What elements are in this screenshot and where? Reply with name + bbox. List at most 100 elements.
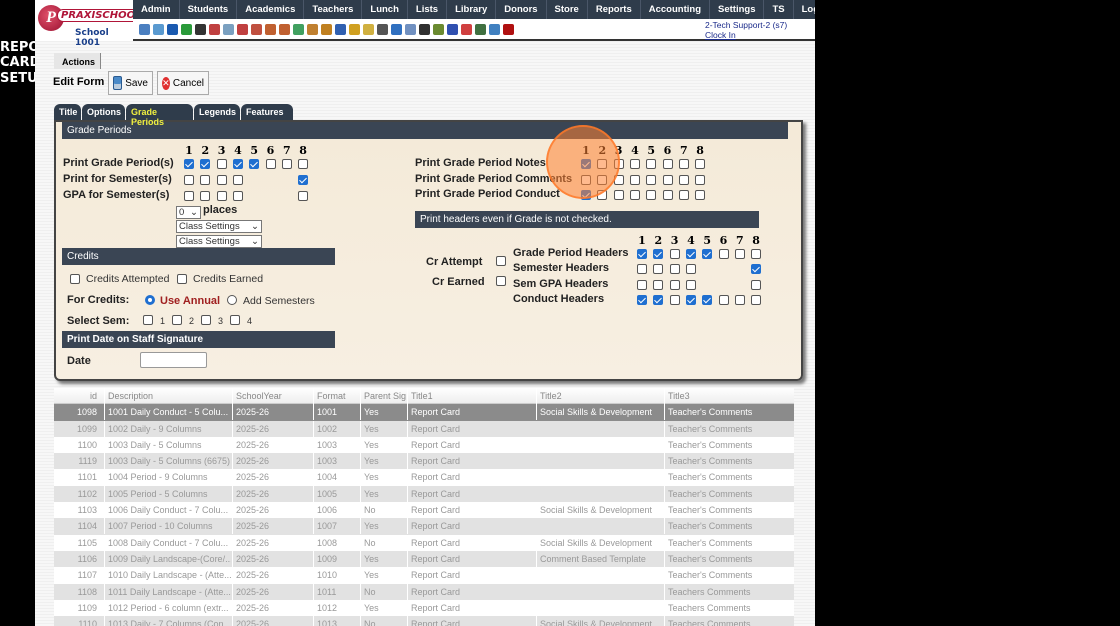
nav-accounting[interactable]: Accounting: [641, 0, 710, 19]
table-row[interactable]: 1101 1004 Period - 9 Columns 2025-26 1004 Ye…: [54, 469, 794, 486]
round-grade-2-select[interactable]: Class Settings ⌄: [176, 235, 262, 248]
table-row[interactable]: 1104 1007 Period - 10 Columns 2025-26 1007 Y…: [54, 518, 794, 535]
gpa-semester-checkbox-2[interactable]: [200, 191, 211, 201]
table-icon[interactable]: [405, 23, 416, 35]
grade-period-headers-checkbox-3[interactable]: [669, 249, 680, 259]
print-grade-period-checkbox-8[interactable]: [298, 159, 309, 169]
credits-earned-checkbox[interactable]: [177, 274, 187, 284]
tab-features[interactable]: Features: [241, 104, 293, 120]
nav-academics[interactable]: Academics: [237, 0, 305, 19]
conduct-headers-checkbox-8[interactable]: [751, 295, 762, 305]
print-semester-checkbox-1[interactable]: [184, 175, 194, 185]
person-icon[interactable]: [377, 23, 388, 35]
phone-icon[interactable]: [195, 23, 206, 35]
use-annual-radio[interactable]: [145, 295, 155, 305]
semester-headers-checkbox-1[interactable]: [637, 264, 647, 274]
grade-period-headers-checkbox-4[interactable]: [685, 249, 696, 259]
nav-lists[interactable]: Lists: [408, 0, 448, 19]
print-conduct-checkbox-8[interactable]: [695, 190, 706, 200]
note-icon[interactable]: [363, 23, 374, 35]
add-user-icon[interactable]: [265, 23, 276, 35]
print-grade-period-checkbox-3[interactable]: [216, 159, 227, 169]
print-notes-checkbox-8[interactable]: [695, 159, 706, 169]
date-input[interactable]: [140, 352, 207, 368]
semester-headers-year-checkbox[interactable]: [751, 264, 762, 274]
print-grade-period-checkbox-5[interactable]: [249, 159, 260, 169]
print-conduct-checkbox-7[interactable]: [678, 190, 689, 200]
semester-headers-checkbox-4[interactable]: [685, 264, 696, 274]
book-icon[interactable]: [335, 23, 346, 35]
at-icon[interactable]: [167, 23, 178, 35]
grade-period-headers-checkbox-1[interactable]: [637, 249, 647, 259]
tab-grade-periods[interactable]: Grade Periods: [126, 104, 193, 127]
ap-icon[interactable]: [447, 23, 458, 35]
burger-icon[interactable]: [321, 23, 332, 35]
print-conduct-checkbox-4[interactable]: [629, 190, 640, 200]
table-row[interactable]: 1107 1010 Daily Landscape - (Atte... 2025-…: [54, 567, 794, 584]
calculator-icon[interactable]: [223, 23, 234, 35]
nav-settings[interactable]: Settings: [710, 0, 765, 19]
clock-in-link[interactable]: Clock In: [705, 30, 787, 40]
print-grade-period-checkbox-2[interactable]: [200, 159, 211, 169]
print-comments-checkbox-8[interactable]: [695, 175, 706, 185]
tab-title[interactable]: Title: [54, 104, 81, 120]
print-notes-checkbox-5[interactable]: [646, 159, 657, 169]
chat-icon[interactable]: [181, 23, 192, 35]
nav-lunch[interactable]: Lunch: [362, 0, 408, 19]
grade-period-headers-checkbox-8[interactable]: [751, 249, 762, 259]
printer-icon[interactable]: [433, 23, 444, 35]
add-semesters-radio[interactable]: [227, 295, 237, 305]
conduct-headers-checkbox-3[interactable]: [669, 295, 680, 305]
sem-gpa-headers-year-checkbox[interactable]: [751, 280, 762, 290]
table-row[interactable]: 1100 1003 Daily - 5 Columns 2025-26 1003 Yes…: [54, 436, 794, 453]
print-notes-checkbox-7[interactable]: [678, 159, 689, 169]
conduct-headers-checkbox-4[interactable]: [685, 295, 696, 305]
nav-reports[interactable]: Reports: [588, 0, 641, 19]
table-row[interactable]: 1098 1001 Daily Conduct - 5 Colu... 2025-2…: [54, 404, 794, 421]
cr-earned-checkbox[interactable]: [496, 276, 506, 286]
table-row[interactable]: 1102 1005 Period - 5 Columns 2025-26 1005 Ye…: [54, 485, 794, 503]
print-semester-checkbox-2[interactable]: [200, 175, 211, 185]
speaker-icon[interactable]: [209, 23, 220, 35]
cash-icon[interactable]: [475, 23, 486, 35]
print-semester-checkbox-4[interactable]: [232, 175, 243, 185]
sem-gpa-headers-checkbox-2[interactable]: [653, 280, 664, 290]
conduct-headers-checkbox-7[interactable]: [734, 295, 745, 305]
conduct-headers-checkbox-1[interactable]: [637, 295, 647, 305]
cancel-button[interactable]: ✕ Cancel: [157, 71, 209, 95]
print-grade-period-checkbox-7[interactable]: [281, 159, 292, 169]
gpa-semester-checkbox-3[interactable]: [216, 191, 227, 201]
credits-attempted-checkbox[interactable]: [70, 274, 80, 284]
nav-admin[interactable]: Admin: [133, 0, 180, 19]
clock-icon[interactable]: [391, 23, 402, 35]
pdf-icon[interactable]: [461, 23, 472, 35]
nav-ts[interactable]: TS: [764, 0, 794, 19]
gpa-semester-year-checkbox[interactable]: [298, 191, 309, 201]
help-icon[interactable]: [489, 23, 500, 35]
cr-attempt-checkbox[interactable]: [496, 256, 506, 266]
print-notes-checkbox-6[interactable]: [662, 159, 673, 169]
table-row[interactable]: 1119 1003 Daily - 5 Columns (6675) 2025-26…: [54, 453, 794, 470]
logo[interactable]: P PRAXISCHOOL School 1001: [35, 0, 146, 48]
tab-legends[interactable]: Legends: [194, 104, 240, 120]
print-comments-checkbox-4[interactable]: [629, 175, 640, 185]
nav-library[interactable]: Library: [447, 0, 497, 19]
nav-logout[interactable]: Logout: [794, 0, 815, 19]
gpa-semester-checkbox-1[interactable]: [184, 191, 194, 201]
search-icon[interactable]: [139, 23, 150, 35]
gpa-semester-checkbox-4[interactable]: [232, 191, 243, 201]
conduct-headers-checkbox-6[interactable]: [718, 295, 729, 305]
table-row[interactable]: 1108 1011 Daily Landscape - (Atte... 2025-…: [54, 583, 794, 600]
user-icon[interactable]: [279, 23, 290, 35]
print-grade-period-checkbox-1[interactable]: [184, 159, 194, 169]
round-grade-select[interactable]: Class Settings ⌄: [176, 220, 262, 233]
select-sem-checkbox-4[interactable]: [230, 315, 240, 325]
print-comments-checkbox-7[interactable]: [678, 175, 689, 185]
conduct-headers-checkbox-2[interactable]: [653, 295, 664, 305]
nav-store[interactable]: Store: [547, 0, 588, 19]
semester-headers-checkbox-3[interactable]: [669, 264, 680, 274]
pencil-icon[interactable]: [349, 23, 360, 35]
select-sem-checkbox-1[interactable]: [143, 315, 153, 325]
grade-period-headers-checkbox-5[interactable]: [702, 249, 713, 259]
tab-options[interactable]: Options: [82, 104, 125, 120]
